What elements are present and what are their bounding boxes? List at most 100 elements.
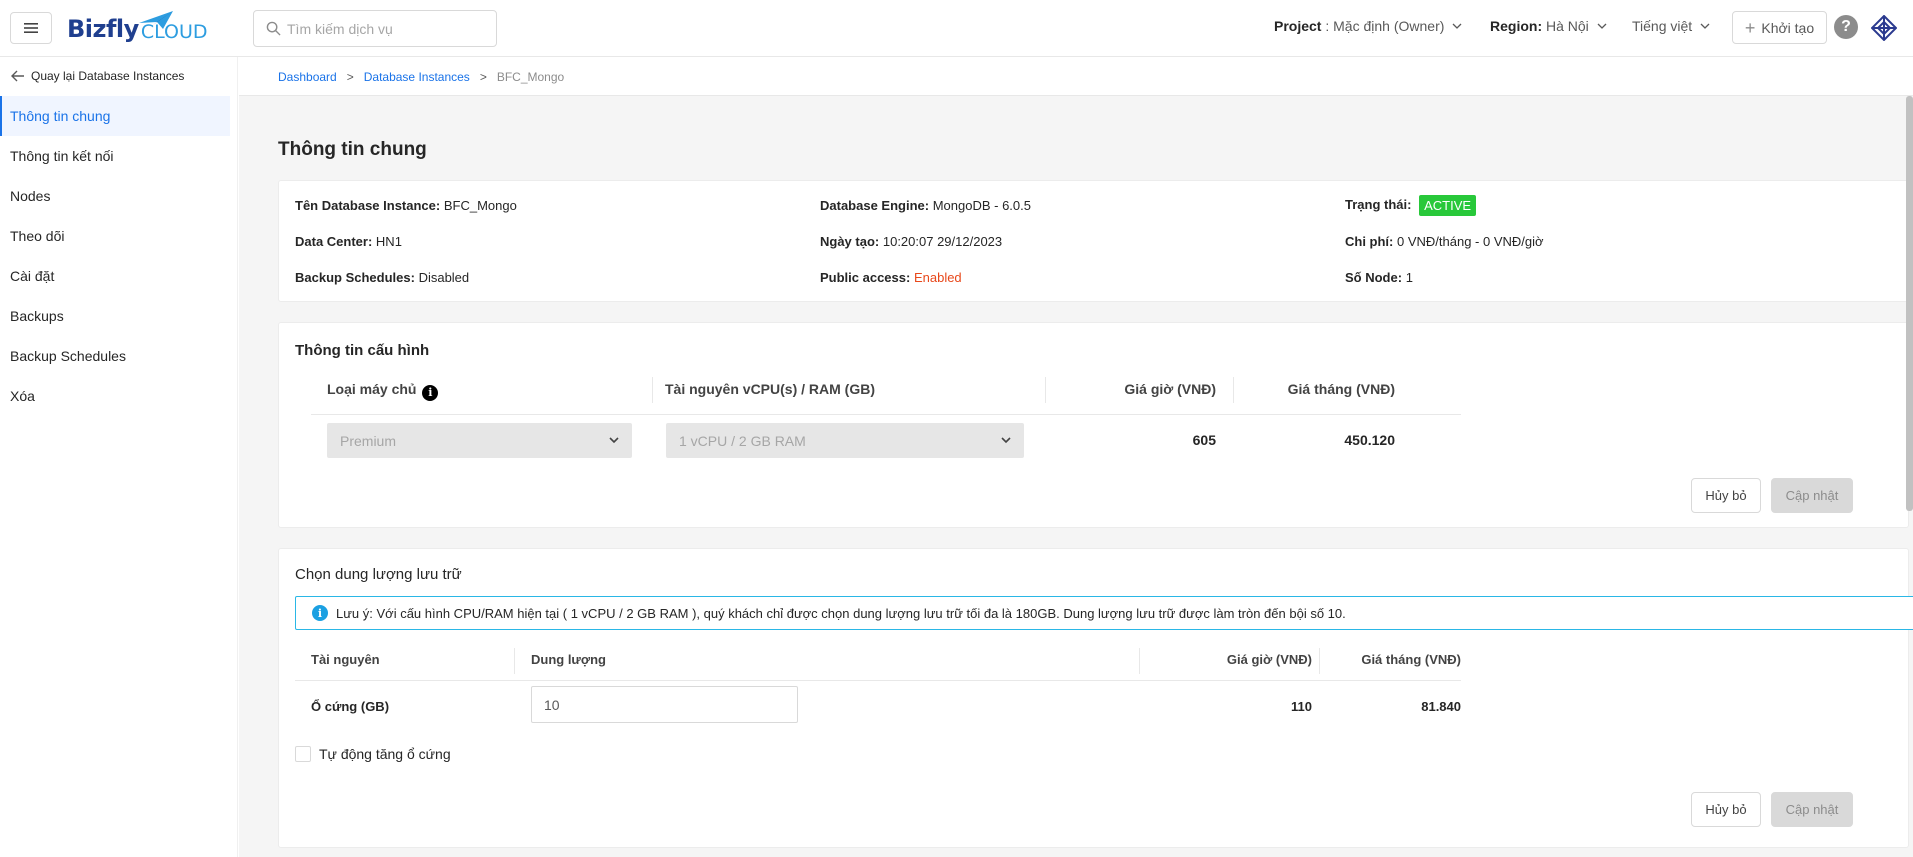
sidebar-item-label: Xóa [10, 388, 35, 404]
back-link-label: Quay lại Database Instances [31, 69, 185, 83]
bizfly-cloud-logo[interactable]: Bizfly CLOUD [67, 9, 207, 49]
sidebar-item-label: Nodes [10, 188, 51, 204]
breadcrumb: Dashboard > Database Instances > BFC_Mon… [278, 70, 564, 84]
hamburger-menu-button[interactable] [10, 12, 52, 44]
breadcrumb-current: BFC_Mongo [496, 70, 565, 84]
chevron-down-icon [1001, 437, 1011, 444]
hamburger-icon [24, 23, 38, 33]
sidebar-item-label: Backups [10, 308, 64, 324]
db-engine-field: Database Engine: MongoDB - 6.0.5 [820, 198, 1031, 213]
project-selector[interactable]: Project : Mặc định (Owner) [1274, 18, 1462, 34]
storage-card-title: Chọn dung lượng lưu trữ [295, 566, 462, 583]
storage-note-text: Lưu ý: Với cấu hình CPU/RAM hiện tại ( 1… [336, 605, 1346, 621]
page-scrollbar[interactable] [1906, 96, 1913, 511]
config-update-button[interactable]: Cập nhật [1771, 478, 1853, 513]
sidebar-item-label: Cài đặt [10, 268, 55, 284]
col-capacity: Dung lượng [531, 652, 606, 667]
paper-plane-logo-icon [139, 11, 173, 29]
server-type-select[interactable]: Premium [327, 423, 632, 458]
config-cancel-button[interactable]: Hủy bỏ [1691, 478, 1761, 513]
field-value: 1 [1405, 270, 1413, 285]
config-card-title: Thông tin cấu hình [295, 342, 430, 359]
field-label: Database Engine: [820, 198, 930, 213]
public-access-field: Public access: Enabled [820, 270, 962, 285]
sidebar-item-backup-schedules[interactable]: Backup Schedules [0, 336, 230, 376]
field-label: Chi phí: [1345, 234, 1394, 249]
storage-note: i Lưu ý: Với cấu hình CPU/RAM hiện tại (… [295, 596, 1913, 630]
breadcrumb-bar: Dashboard > Database Instances > BFC_Mon… [239, 57, 1913, 96]
config-month-price: 450.120 [1344, 432, 1395, 448]
info-circle-icon: i [312, 605, 328, 621]
status-badge: ACTIVE [1419, 195, 1477, 216]
node-count-field: Số Node: 1 [1345, 270, 1413, 285]
language-selector[interactable]: Tiếng việt [1632, 18, 1710, 34]
storage-update-button[interactable]: Cập nhật [1771, 792, 1853, 827]
logo-text-bizfly: Bizfly [67, 15, 139, 43]
table-header-divider [311, 414, 1461, 415]
col-server-type-label: Loại máy chủ [327, 381, 417, 397]
breadcrumb-dashboard[interactable]: Dashboard [278, 70, 337, 84]
storage-capacity-input[interactable] [531, 686, 798, 723]
sidebar-item-settings[interactable]: Cài đặt [0, 256, 230, 296]
service-search-box[interactable] [253, 10, 497, 47]
apps-grid-icon[interactable] [1871, 15, 1897, 41]
plus-icon: + [1744, 17, 1756, 38]
create-button[interactable]: + Khởi tạo [1732, 11, 1827, 44]
chevron-down-icon [1452, 23, 1462, 29]
sidebar-item-general-info[interactable]: Thông tin chung [0, 96, 230, 136]
back-to-instances-link[interactable]: Quay lại Database Instances [11, 69, 184, 83]
storage-hour-price: 110 [1291, 699, 1312, 714]
field-label: Data Center: [295, 234, 373, 249]
project-label: Project [1274, 18, 1322, 34]
general-info-card: Tên Database Instance: BFC_Mongo Databas… [278, 180, 1909, 302]
region-value: Hà Nội [1546, 18, 1589, 34]
search-input[interactable] [287, 20, 487, 37]
storage-card: Chọn dung lượng lưu trữ i Lưu ý: Với cấu… [278, 548, 1913, 848]
field-value: HN1 [375, 234, 402, 249]
col-server-type: Loại máy chủ i [327, 381, 439, 401]
field-value: Disabled [418, 270, 470, 285]
field-label: Trạng thái: [1345, 196, 1412, 212]
field-label: Public access: [820, 270, 911, 285]
chevron-down-icon [1597, 23, 1607, 29]
col-resources: Tài nguyên vCPU(s) / RAM (GB) [665, 381, 876, 397]
sidebar-item-label: Theo dõi [10, 228, 65, 244]
storage-month-price: 81.840 [1421, 699, 1461, 714]
created-date-field: Ngày tạo: 10:20:07 29/12/2023 [820, 234, 1002, 249]
sidebar-item-monitoring[interactable]: Theo dõi [0, 216, 230, 256]
config-card: Thông tin cấu hình Loại máy chủ i Tài ng… [278, 322, 1909, 528]
chevron-down-icon [1700, 23, 1710, 29]
server-type-select-value: Premium [340, 432, 397, 449]
sidebar-item-connection-info[interactable]: Thông tin kết nối [0, 136, 230, 176]
sidebar-item-backups[interactable]: Backups [0, 296, 230, 336]
field-label: Tên Database Instance: [295, 198, 441, 213]
search-icon [266, 21, 281, 36]
help-icon[interactable]: ? [1834, 15, 1858, 39]
info-icon[interactable]: i [422, 384, 439, 401]
auto-increase-label[interactable]: Tự động tăng ổ cứng [319, 746, 451, 762]
table-header-divider [295, 680, 1461, 681]
field-value: 0 VNĐ/tháng - 0 VNĐ/giờ [1397, 234, 1544, 249]
breadcrumb-separator: > [346, 70, 354, 84]
col-hour-price: Giá giờ (VNĐ) [1124, 381, 1216, 397]
field-value: BFC_Mongo [443, 198, 517, 213]
region-selector[interactable]: Region: Hà Nội [1490, 18, 1607, 34]
storage-cancel-button[interactable]: Hủy bỏ [1691, 792, 1761, 827]
region-label: Region: [1490, 18, 1543, 34]
resources-select[interactable]: 1 vCPU / 2 GB RAM [666, 423, 1024, 458]
col-resource: Tài nguyên [311, 652, 380, 667]
col-hour-price: Giá giờ (VNĐ) [1226, 652, 1312, 667]
sidebar-item-delete[interactable]: Xóa [0, 376, 230, 416]
breadcrumb-database-instances[interactable]: Database Instances [364, 70, 470, 84]
column-divider [514, 648, 515, 674]
field-label: Số Node: [1345, 270, 1403, 285]
sidebar-item-label: Thông tin kết nối [10, 148, 114, 164]
resources-select-value: 1 vCPU / 2 GB RAM [679, 432, 806, 449]
status-field: Trạng thái: ACTIVE [1345, 195, 1477, 216]
breadcrumb-separator: > [479, 70, 487, 84]
auto-increase-checkbox[interactable] [295, 746, 311, 762]
sidebar-item-nodes[interactable]: Nodes [0, 176, 230, 216]
sidebar-item-label: Thông tin chung [10, 108, 111, 124]
instance-name-field: Tên Database Instance: BFC_Mongo [295, 198, 517, 213]
top-header: Bizfly CLOUD Project : Mặc định (Owner) … [0, 0, 1913, 57]
